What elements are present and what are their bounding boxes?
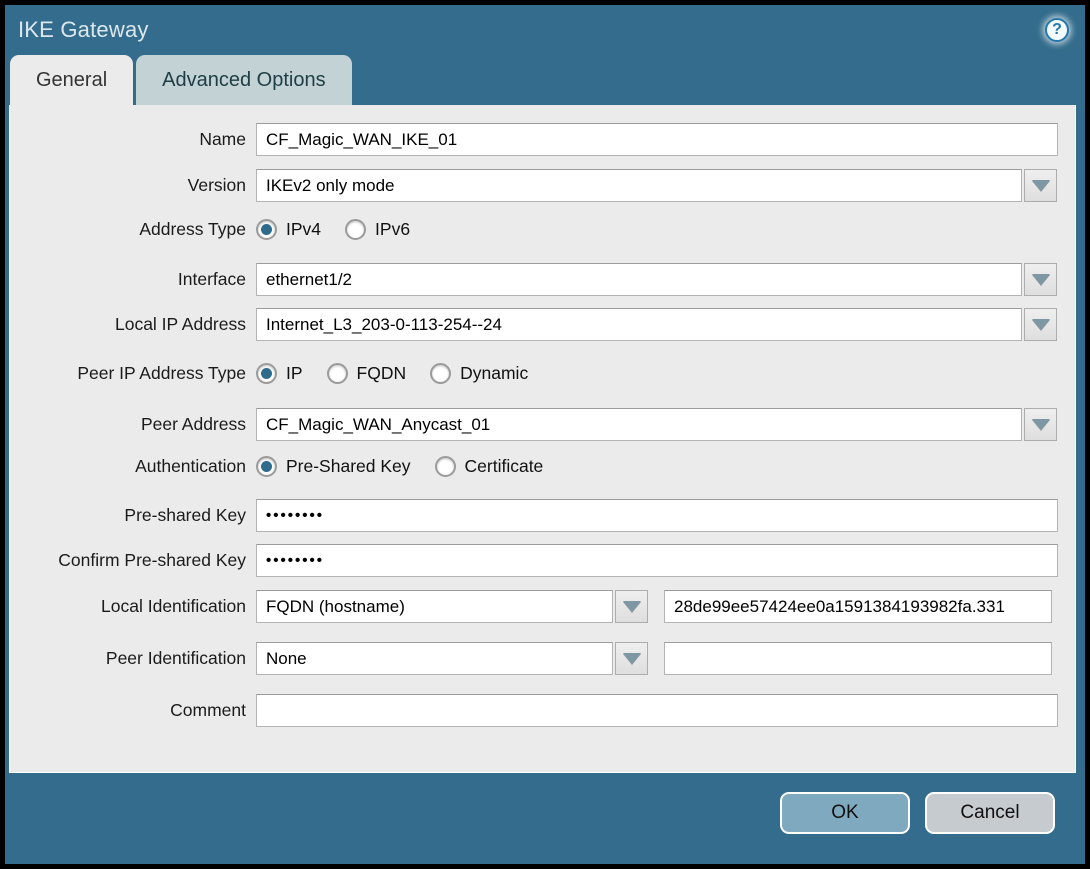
pre-shared-key-label: Pre-shared Key <box>124 505 246 525</box>
version-row: Version <box>10 169 1075 202</box>
ike-gateway-dialog: IKE Gateway ? General Advanced Options N… <box>0 0 1090 869</box>
dialog-title: IKE Gateway <box>18 17 149 42</box>
radio-dynamic[interactable] <box>430 363 452 384</box>
radio-certificate[interactable] <box>434 456 456 477</box>
authentication-label: Authentication <box>135 456 246 476</box>
confirm-pre-shared-key-row: Confirm Pre-shared Key <box>10 544 1075 577</box>
local-identification-dropdown-button[interactable] <box>615 590 648 623</box>
radio-dynamic-label: Dynamic <box>460 363 529 383</box>
pre-shared-key-input[interactable] <box>256 499 1058 532</box>
peer-ip-address-type-row: Peer IP Address Type IP FQDN Dynamic <box>10 363 1075 384</box>
peer-identification-type-dropdown-input[interactable] <box>256 642 613 675</box>
ok-button[interactable]: OK <box>780 791 910 834</box>
address-type-row: Address Type IPv4 IPv6 <box>10 219 1075 240</box>
version-label: Version <box>187 175 246 195</box>
version-dropdown-button[interactable] <box>1024 169 1057 202</box>
local-ip-address-dropdown-input[interactable] <box>256 308 1022 341</box>
local-identification-row: Local Identification <box>10 590 1075 623</box>
confirm-pre-shared-key-input[interactable] <box>256 544 1058 577</box>
radio-fqdn-label: FQDN <box>356 363 407 383</box>
peer-identification-dropdown-button[interactable] <box>615 642 648 675</box>
peer-address-row: Peer Address <box>10 408 1075 441</box>
name-label: Name <box>199 129 246 149</box>
comment-label: Comment <box>170 700 246 720</box>
radio-ipv4-label: IPv4 <box>286 219 322 239</box>
authentication-row: Authentication Pre-Shared Key Certificat… <box>10 456 1075 477</box>
radio-pre-shared-key-label: Pre-Shared Key <box>286 456 411 476</box>
local-identification-label: Local Identification <box>101 596 246 616</box>
local-identification-type-dropdown-input[interactable] <box>256 590 613 623</box>
peer-address-dropdown-button[interactable] <box>1024 408 1057 441</box>
peer-address-dropdown-input[interactable] <box>256 408 1022 441</box>
tab-advanced-options[interactable]: Advanced Options <box>136 55 352 105</box>
peer-identification-value-input[interactable] <box>664 642 1052 675</box>
interface-row: Interface <box>10 263 1075 296</box>
radio-fqdn[interactable] <box>326 363 348 384</box>
tab-general[interactable]: General <box>10 55 134 105</box>
peer-ip-address-type-label: Peer IP Address Type <box>77 363 246 383</box>
peer-address-label: Peer Address <box>140 414 246 434</box>
footer-bar: OK Cancel <box>5 773 1085 852</box>
help-icon[interactable]: ? <box>1045 18 1069 42</box>
chevron-down-icon <box>622 601 641 612</box>
radio-ip-label: IP <box>286 363 303 383</box>
chevron-down-icon <box>1031 419 1050 430</box>
interface-label: Interface <box>177 269 246 289</box>
general-tab-panel: Name Version Address Type IPv4 IPv6 Inte… <box>9 105 1076 773</box>
peer-identification-row: Peer Identification <box>10 642 1075 675</box>
address-type-label: Address Type <box>139 219 246 239</box>
local-ip-address-label: Local IP Address <box>114 314 246 334</box>
name-row: Name <box>10 123 1075 156</box>
radio-pre-shared-key[interactable] <box>256 456 277 477</box>
radio-ipv6-label: IPv6 <box>375 219 411 239</box>
version-dropdown-input[interactable] <box>256 169 1022 202</box>
peer-identification-label: Peer Identification <box>105 648 246 668</box>
chevron-down-icon <box>1031 180 1050 191</box>
local-ip-address-dropdown-button[interactable] <box>1024 308 1057 341</box>
comment-row: Comment <box>10 694 1075 727</box>
title-bar: IKE Gateway ? <box>5 5 1085 55</box>
radio-ipv6[interactable] <box>345 219 367 240</box>
radio-ipv4[interactable] <box>256 219 277 240</box>
confirm-pre-shared-key-label: Confirm Pre-shared Key <box>58 550 246 570</box>
chevron-down-icon <box>1031 319 1050 330</box>
radio-certificate-label: Certificate <box>464 456 544 476</box>
tab-bar: General Advanced Options <box>5 55 1085 105</box>
local-ip-address-row: Local IP Address <box>10 308 1075 341</box>
interface-dropdown-button[interactable] <box>1024 263 1057 296</box>
pre-shared-key-row: Pre-shared Key <box>10 499 1075 532</box>
radio-ip[interactable] <box>256 363 277 384</box>
chevron-down-icon <box>1031 274 1050 285</box>
interface-dropdown-input[interactable] <box>256 263 1022 296</box>
comment-input[interactable] <box>256 694 1058 727</box>
name-input[interactable] <box>256 123 1058 156</box>
cancel-button[interactable]: Cancel <box>925 791 1055 834</box>
local-identification-value-input[interactable] <box>664 590 1052 623</box>
chevron-down-icon <box>622 653 641 664</box>
